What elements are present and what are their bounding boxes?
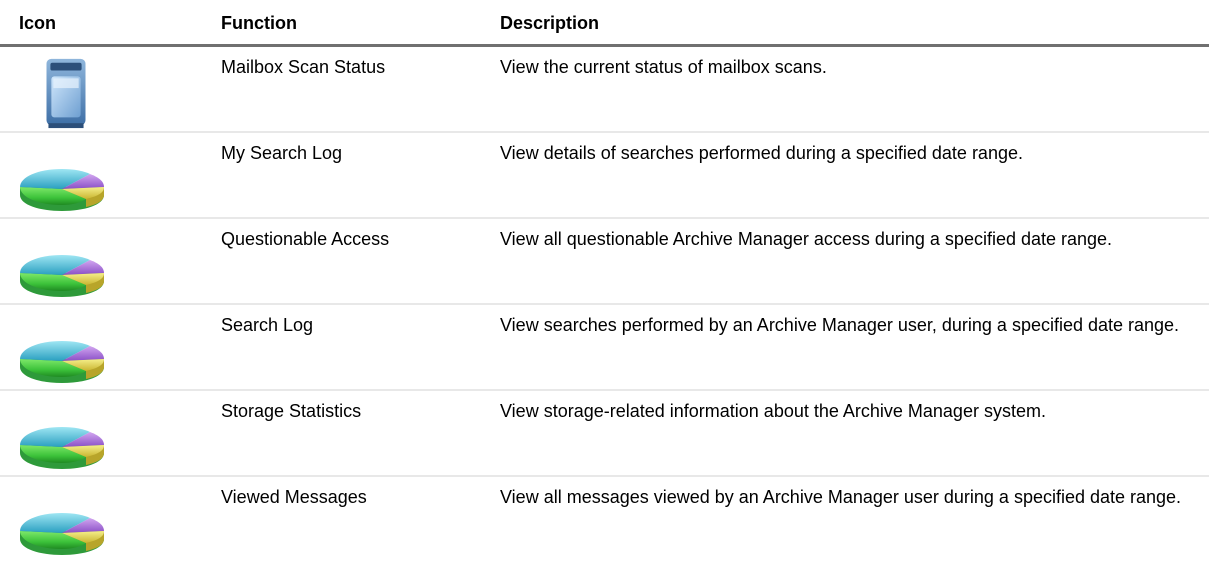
row-description: View all questionable Archive Manager ac… bbox=[500, 229, 1113, 249]
header-icon: Icon bbox=[19, 13, 57, 33]
row-function: Questionable Access bbox=[221, 229, 390, 249]
pie-chart-icon bbox=[16, 165, 108, 213]
header-description: Description bbox=[500, 13, 600, 33]
table-row: Storage Statistics View storage-related … bbox=[0, 391, 1209, 475]
table-header: Icon Function Description bbox=[0, 0, 1209, 46]
pie-chart-icon bbox=[16, 337, 108, 385]
table-row: Viewed Messages View all messages viewed… bbox=[0, 477, 1209, 588]
pie-chart-icon bbox=[16, 423, 108, 471]
table-row: My Search Log View details of searches p… bbox=[0, 133, 1209, 217]
row-description: View details of searches performed durin… bbox=[500, 143, 1023, 163]
row-function: Viewed Messages bbox=[221, 487, 367, 507]
header-function: Function bbox=[221, 13, 297, 33]
table-row: Questionable Access View all questionabl… bbox=[0, 219, 1209, 303]
row-function: Mailbox Scan Status bbox=[221, 57, 386, 77]
row-description: View storage-related information about t… bbox=[500, 401, 1046, 421]
row-description: View searches performed by an Archive Ma… bbox=[500, 315, 1180, 335]
row-description: View all messages viewed by an Archive M… bbox=[500, 487, 1182, 507]
pie-chart-icon bbox=[16, 509, 108, 557]
row-function: Storage Statistics bbox=[221, 401, 362, 421]
table-row: Mailbox Scan Status View the current sta… bbox=[0, 47, 1209, 131]
row-function: My Search Log bbox=[221, 143, 343, 163]
functions-table: Icon Function Description Mailbox Scan S… bbox=[0, 0, 1209, 588]
table-row: Search Log View searches performed by an… bbox=[0, 305, 1209, 389]
row-description: View the current status of mailbox scans… bbox=[500, 57, 827, 77]
mailbox-icon bbox=[36, 53, 96, 131]
row-function: Search Log bbox=[221, 315, 314, 335]
pie-chart-icon bbox=[16, 251, 108, 299]
